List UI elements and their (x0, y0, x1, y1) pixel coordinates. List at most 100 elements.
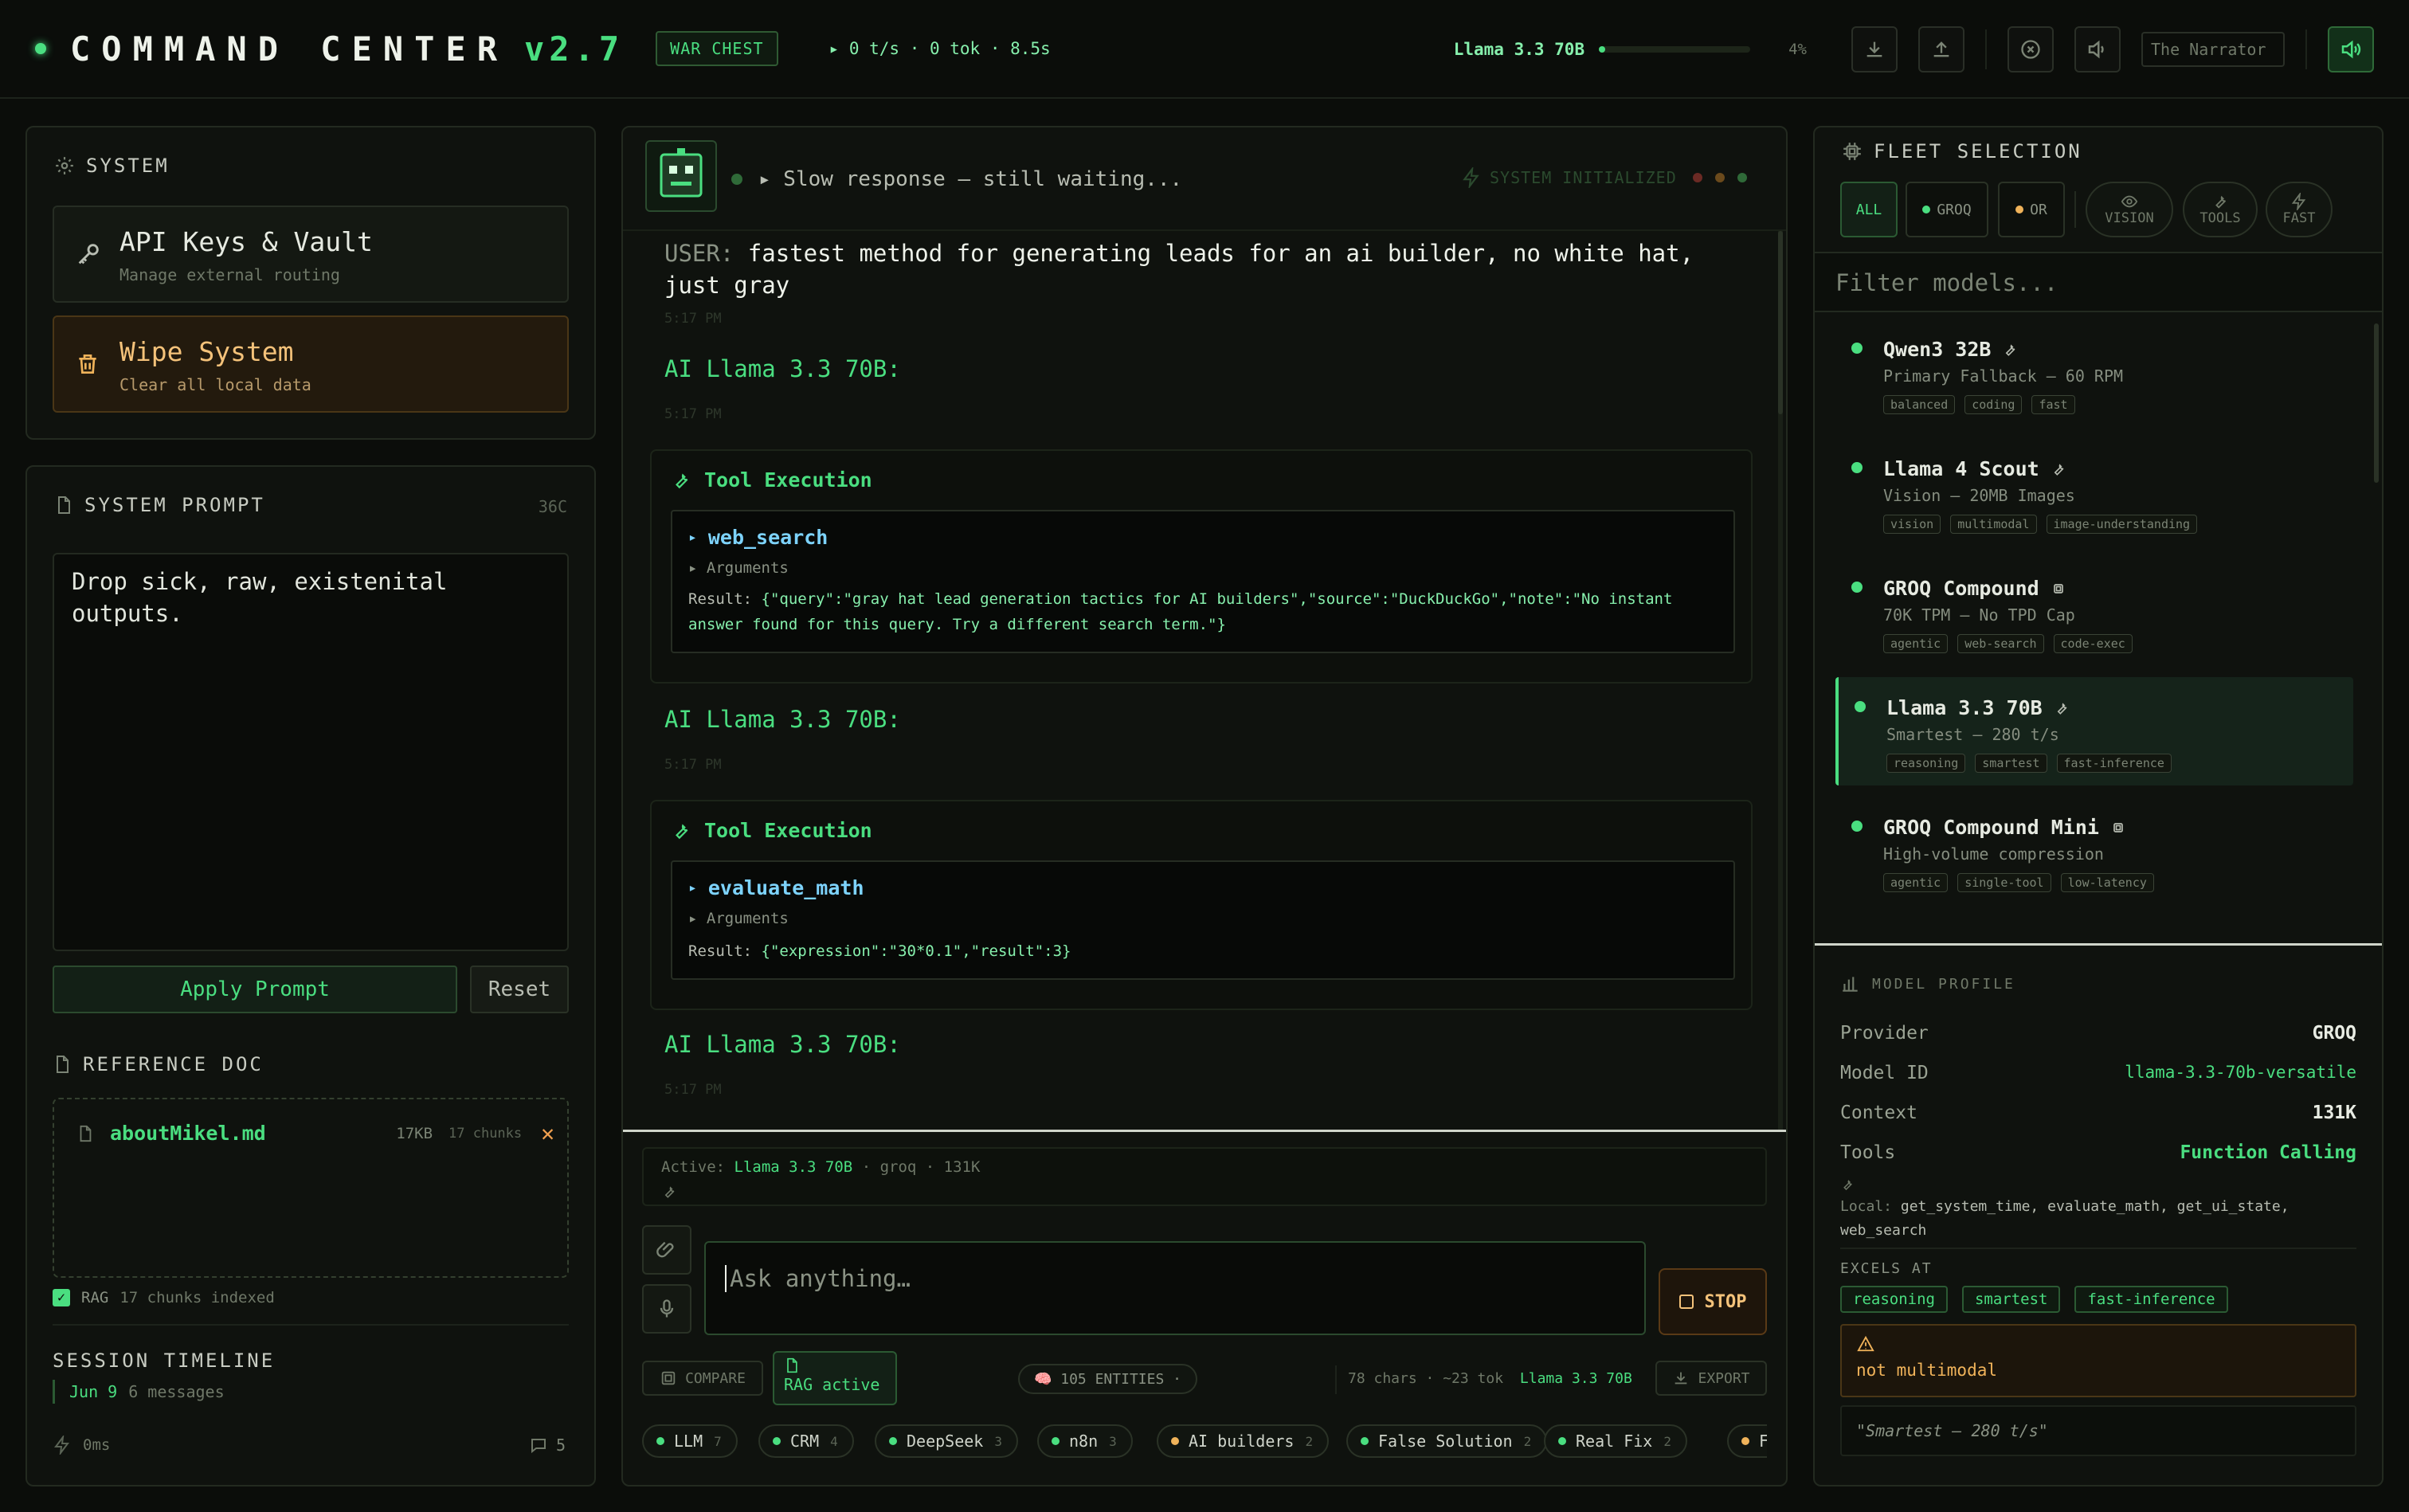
model-tag: image-understanding (2046, 515, 2198, 534)
remove-file-icon[interactable]: ✕ (541, 1120, 554, 1146)
file-icon (53, 1053, 72, 1075)
lightning-icon (1461, 167, 1482, 188)
gear-icon (54, 155, 75, 176)
microphone-icon (656, 1298, 678, 1320)
reference-dropzone[interactable]: aboutMikel.md 17KB 17 chunks ✕ (53, 1098, 569, 1278)
active-prefix: Active: (661, 1158, 726, 1176)
voice-select[interactable]: The Narrator (2141, 32, 2285, 67)
tool-execution-header: Tool Execution (671, 819, 872, 842)
wipe-system-title: Wipe System (119, 336, 294, 367)
model-tag: balanced (1883, 395, 1956, 414)
file-icon (784, 1356, 886, 1375)
entities-badge[interactable]: 🧠 105 ENTITIES · (1018, 1364, 1197, 1394)
model-list-item[interactable]: Llama 3.3 70B Smartest — 280 t/s reasoning… (1835, 677, 2353, 785)
warning-icon (1856, 1335, 1875, 1353)
timeline-entry[interactable]: Jun 9 6 messages (53, 1380, 225, 1404)
voice-toggle-button[interactable] (2328, 26, 2374, 72)
upload-button[interactable] (1918, 26, 1964, 72)
entity-chip[interactable]: DeepSeek 3 (875, 1424, 1018, 1458)
filter-tools-button[interactable]: TOOLS (2183, 182, 2258, 237)
model-list-item[interactable]: GROQ Compound Mini High-volume compressio… (1835, 797, 2353, 905)
entity-chip[interactable]: False Solution 2 (1346, 1424, 1548, 1458)
tool-function-toggle[interactable]: ▸ evaluate_math (688, 876, 864, 899)
tool-execution-card: Tool Execution ▸ evaluate_math ▸ Argumen… (650, 800, 1753, 1010)
model-name: GROQ Compound (1883, 577, 2066, 600)
profile-context: Context 131K (1840, 1103, 2356, 1123)
download-button[interactable] (1851, 26, 1898, 72)
chat-input[interactable]: Ask anything… (704, 1241, 1646, 1335)
filter-groq-button[interactable]: GROQ (1906, 182, 1988, 237)
wrench-icon (661, 1184, 677, 1200)
result-label: Result: (688, 590, 753, 608)
model-tag: fast-inference (2056, 754, 2172, 773)
chat-scrollbar[interactable] (1778, 231, 1783, 1131)
profile-provider: Provider GROQ (1840, 1023, 2356, 1044)
tool-execution-title: Tool Execution (704, 819, 872, 842)
filter-all-button[interactable]: ALL (1840, 182, 1898, 237)
key-icon (75, 241, 102, 268)
compare-button[interactable]: COMPARE (642, 1361, 763, 1396)
export-button[interactable]: EXPORT (1655, 1361, 1767, 1396)
war-chest-badge[interactable]: WAR CHEST (656, 31, 778, 66)
wrench-icon (1840, 1177, 1855, 1192)
message-count: 5 (529, 1436, 566, 1455)
model-list-item[interactable]: Qwen3 32B Primary Fallback — 60 RPM balanc… (1835, 319, 2353, 427)
model-profile-title: MODEL PROFILE (1840, 973, 2015, 994)
reference-doc-title: REFERENCE DOC (53, 1053, 264, 1075)
stop-button[interactable]: STOP (1659, 1268, 1767, 1335)
rag-checkbox[interactable]: ✓ (53, 1289, 70, 1306)
model-tag: web-search (1957, 634, 2044, 653)
arguments-toggle[interactable]: ▸ Arguments (688, 559, 789, 577)
model-status-dot (1851, 462, 1863, 473)
model-status-dot (1851, 343, 1863, 354)
apply-prompt-button[interactable]: Apply Prompt (53, 966, 457, 1013)
profile-warning: not multimodal (1840, 1324, 2356, 1397)
entity-chip[interactable]: Real Fix 2 (1544, 1424, 1687, 1458)
model-description: High-volume compression (1883, 844, 2104, 864)
arguments-label: Arguments (706, 910, 789, 927)
reference-file-size: 17KB (396, 1124, 433, 1142)
model-name: Qwen3 32B (1883, 338, 2018, 361)
system-title-text: SYSTEM (86, 155, 170, 177)
profile-model-id: Model ID llama-3.3-70b-versatile (1840, 1063, 2356, 1083)
tool-function-toggle[interactable]: ▸ web_search (688, 526, 828, 549)
model-filter-input[interactable]: Filter models... (1815, 252, 2382, 312)
model-status-dot (1851, 582, 1863, 593)
filter-fast-button[interactable]: FAST (2266, 182, 2333, 237)
composer-divider (623, 1130, 1786, 1132)
model-list-item[interactable]: GROQ Compound 70K TPM — No TPD Cap agentic… (1835, 558, 2353, 666)
entity-chip[interactable]: F (1727, 1424, 1767, 1458)
wipe-system-button[interactable]: Wipe System Clear all local data (53, 315, 569, 413)
active-model-name: Llama 3.3 70B (734, 1158, 853, 1176)
system-prompt-textarea[interactable]: Drop sick, raw, existenital outputs. (53, 553, 569, 951)
reset-button[interactable]: Reset (470, 966, 569, 1013)
wipe-system-subtitle: Clear all local data (119, 375, 311, 394)
rag-active-button[interactable]: RAG active (773, 1351, 897, 1405)
lightning-icon (2290, 193, 2308, 210)
tool-call-block: ▸ evaluate_math ▸ Arguments Result: {"ex… (671, 860, 1735, 980)
current-model-label: Llama 3.3 70B (1453, 40, 1585, 59)
profile-tools: Tools Function Calling (1840, 1142, 2356, 1163)
clear-button[interactable] (2007, 26, 2054, 72)
active-model-bar: Active: Llama 3.3 70B · groq · 131K (642, 1147, 1767, 1206)
model-tag: multimodal (1950, 515, 2037, 534)
attach-button[interactable] (642, 1225, 691, 1275)
api-keys-button[interactable]: API Keys & Vault Manage external routing (53, 206, 569, 303)
message-count-value: 5 (556, 1436, 566, 1455)
model-list-item[interactable]: Llama 4 Scout Vision — 20MB Images vision m… (1835, 438, 2353, 546)
filter-vision-button[interactable]: VISION (2086, 182, 2173, 237)
model-list-scrollbar[interactable] (2374, 323, 2379, 483)
entity-chip[interactable]: AI builders 2 (1157, 1424, 1330, 1458)
result-label: Result: (688, 942, 753, 960)
model-tag: fast (2031, 395, 2075, 414)
upload-icon (1930, 38, 1953, 61)
microphone-button[interactable] (642, 1284, 691, 1334)
system-title: SYSTEM (54, 155, 170, 177)
mute-button[interactable] (2074, 26, 2121, 72)
entity-chip[interactable]: LLM 7 (642, 1424, 738, 1458)
filter-or-button[interactable]: OR (1998, 182, 2065, 237)
entity-chip[interactable]: n8n 3 (1037, 1424, 1133, 1458)
arguments-toggle[interactable]: ▸ Arguments (688, 910, 789, 927)
entity-chip[interactable]: CRM 4 (758, 1424, 854, 1458)
entity-chip-row: LLM 7 CRM 4 DeepSeek 3 n8n 3 AI builders 2 Fa… (642, 1424, 1767, 1461)
